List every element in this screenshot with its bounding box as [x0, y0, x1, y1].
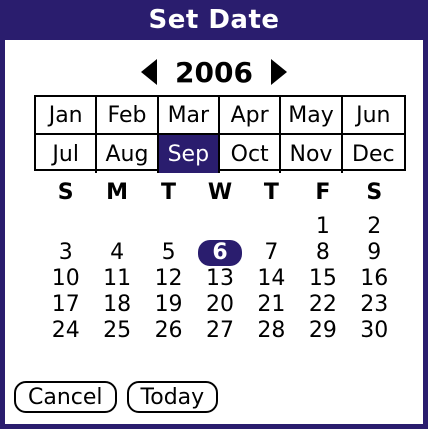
- empty-day-cell: [194, 214, 245, 240]
- month-dec-button[interactable]: Dec: [343, 135, 404, 173]
- day-6-cell[interactable]: 6: [198, 240, 242, 266]
- cancel-button[interactable]: Cancel: [14, 381, 117, 413]
- day-28-cell[interactable]: 28: [246, 318, 297, 344]
- week-row: 12: [40, 214, 400, 240]
- month-grid: Jan Feb Mar Apr May Jun Jul Aug Sep Oct Nov Dec: [34, 95, 406, 173]
- day-17-cell[interactable]: 17: [40, 292, 91, 318]
- day-14-cell[interactable]: 14: [246, 266, 297, 292]
- weekday-header: SMTWTFS: [40, 180, 400, 210]
- empty-day-cell: [143, 214, 194, 240]
- week-row: 17 18 19 20 21 22 23: [40, 292, 400, 318]
- day-2-cell[interactable]: 2: [349, 214, 400, 240]
- week-row: 10 11 12 13 14 15 16: [40, 266, 400, 292]
- day-12-cell[interactable]: 12: [143, 266, 194, 292]
- set-date-dialog: Set Date 2006 Jan Feb Mar Apr May Jun Jul Aug Se…: [0, 0, 428, 429]
- month-sep-button[interactable]: Sep: [158, 135, 220, 173]
- day-16-cell[interactable]: 16: [349, 266, 400, 292]
- weekday-label: S: [366, 180, 383, 205]
- empty-day-cell: [91, 214, 142, 240]
- today-button[interactable]: Today: [126, 381, 219, 413]
- day-7-cell[interactable]: 7: [246, 240, 297, 266]
- day-5-cell[interactable]: 5: [143, 240, 194, 266]
- month-jun-button[interactable]: Jun: [342, 97, 404, 135]
- dialog-title: Set Date: [0, 0, 428, 40]
- month-nov-button[interactable]: Nov: [281, 135, 343, 173]
- day-11-cell[interactable]: 11: [91, 266, 142, 292]
- day-9-cell[interactable]: 9: [349, 240, 400, 266]
- day-13-cell[interactable]: 13: [194, 266, 245, 292]
- month-jul-button[interactable]: Jul: [36, 135, 98, 173]
- month-oct-button[interactable]: Oct: [220, 135, 282, 173]
- day-1-cell[interactable]: 1: [297, 214, 348, 240]
- month-aug-button[interactable]: Aug: [97, 135, 159, 173]
- dialog-border-bottom: [0, 424, 428, 429]
- day-25-cell[interactable]: 25: [91, 318, 142, 344]
- day-21-cell[interactable]: 21: [246, 292, 297, 318]
- day-27-cell[interactable]: 27: [194, 318, 245, 344]
- year-label: 2006: [175, 55, 253, 89]
- day-22-cell[interactable]: 22: [297, 292, 348, 318]
- month-mar-button[interactable]: Mar: [158, 97, 220, 135]
- day-4-cell[interactable]: 4: [91, 240, 142, 266]
- day-15-cell[interactable]: 15: [297, 266, 348, 292]
- day-20-cell[interactable]: 20: [194, 292, 245, 318]
- day-26-cell[interactable]: 26: [143, 318, 194, 344]
- empty-day-cell: [40, 214, 91, 240]
- day-3-cell[interactable]: 3: [40, 240, 91, 266]
- button-bar: Cancel Today: [14, 381, 219, 413]
- weekday-label: F: [315, 180, 331, 205]
- day-30-cell[interactable]: 30: [349, 318, 400, 344]
- day-8-cell[interactable]: 8: [297, 240, 348, 266]
- day-29-cell[interactable]: 29: [297, 318, 348, 344]
- weekday-label: M: [106, 180, 129, 205]
- weekday-label: T: [161, 180, 177, 205]
- day-24-cell[interactable]: 24: [40, 318, 91, 344]
- month-feb-button[interactable]: Feb: [97, 97, 159, 135]
- weekday-label: S: [57, 180, 74, 205]
- weekday-label: T: [263, 180, 279, 205]
- triangle-left-icon[interactable]: [141, 59, 158, 85]
- week-row: 24 25 26 27 28 29 30: [40, 318, 400, 344]
- year-selector: 2006: [0, 52, 428, 92]
- day-19-cell[interactable]: 19: [143, 292, 194, 318]
- day-10-cell[interactable]: 10: [40, 266, 91, 292]
- month-apr-button[interactable]: Apr: [219, 97, 282, 135]
- weekday-label: W: [207, 180, 233, 205]
- month-jan-button[interactable]: Jan: [36, 97, 98, 135]
- day-18-cell[interactable]: 18: [91, 292, 142, 318]
- month-may-button[interactable]: May: [281, 97, 343, 135]
- empty-day-cell: [246, 214, 297, 240]
- day-23-cell[interactable]: 23: [349, 292, 400, 318]
- triangle-right-icon[interactable]: [270, 59, 287, 85]
- week-row: 3456789: [40, 240, 400, 266]
